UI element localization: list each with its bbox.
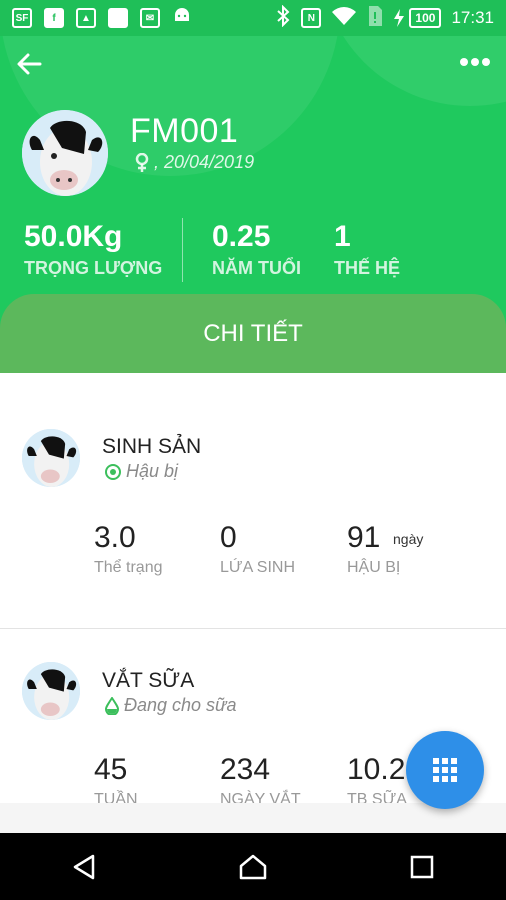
more-options-button[interactable] — [460, 50, 496, 74]
section-title: VẮT SỮA — [102, 669, 195, 692]
female-icon — [135, 152, 149, 172]
grid-menu-button[interactable] — [406, 731, 484, 809]
square-icon — [410, 855, 433, 878]
section-status: Hậu bị — [104, 461, 178, 482]
stat-label: THẾ HỆ — [334, 258, 401, 278]
metric-label: LỨA SINH — [220, 559, 296, 576]
scroll-fade — [0, 803, 506, 833]
status-text: Hậu bị — [126, 461, 179, 481]
cow-gender-birthdate: , 20/04/2019 — [134, 152, 254, 173]
stat-divider — [182, 218, 183, 282]
metric-value: 3.0 — [94, 521, 136, 554]
metric-value: 0 — [220, 521, 237, 554]
dot-icon — [482, 58, 490, 66]
clock: 17:31 — [451, 8, 494, 27]
triangle-back-icon — [74, 854, 95, 879]
stat-value: 1 — [334, 220, 351, 253]
sf-icon: SF — [12, 8, 32, 28]
home-icon — [239, 854, 267, 879]
profile-header: FM001 , 20/04/2019 50.0Kg TRỌNG LƯỢNG 0.… — [0, 36, 506, 373]
sim-icon — [367, 5, 383, 32]
status-text: Đang cho sữa — [124, 695, 237, 715]
cow-avatar-small — [22, 429, 80, 487]
bluetooth-icon — [275, 4, 291, 32]
stat-age: 0.25 NĂM TUỔI — [212, 220, 301, 279]
arrow-left-icon — [17, 53, 42, 75]
nav-back-button[interactable] — [59, 842, 109, 892]
stat-generation: 1 THẾ HỆ — [334, 220, 400, 279]
milk-drop-icon — [104, 696, 120, 715]
cow-avatar-small — [22, 662, 80, 720]
metric-value: 91 — [347, 521, 381, 554]
cow-avatar[interactable] — [22, 110, 108, 196]
battery-level: 100 — [409, 8, 442, 28]
nav-recents-button[interactable] — [397, 842, 447, 892]
tab-label: CHI TIẾT — [203, 319, 303, 347]
target-icon — [105, 463, 121, 480]
metric-value: 10.2 — [347, 753, 406, 786]
battery-icon: 100 — [393, 8, 442, 28]
stat-value: 50.0Kg — [24, 220, 123, 253]
dot-icon — [460, 58, 468, 66]
birth-date: , 20/04/2019 — [154, 152, 255, 172]
app-icon — [108, 8, 128, 28]
facebook-icon: f — [44, 8, 64, 28]
stat-label: NĂM TUỔI — [212, 258, 301, 278]
metric-label: Thể trạng — [94, 559, 163, 576]
grid-icon — [433, 758, 457, 782]
dot-icon — [471, 58, 479, 66]
system-nav-bar — [0, 833, 506, 900]
metric-unit: ngày — [393, 531, 424, 547]
metric-label: HẬU BỊ — [347, 559, 401, 576]
cow-id: FM001 — [130, 112, 239, 150]
nav-home-button[interactable] — [228, 842, 278, 892]
tab-detail[interactable]: CHI TIẾT — [0, 294, 506, 373]
section-status: Đang cho sữa — [104, 695, 236, 716]
stat-value: 0.25 — [212, 220, 271, 253]
stat-label: TRỌNG LƯỢNG — [24, 258, 163, 278]
mail-icon: ✉ — [140, 8, 160, 28]
back-button[interactable] — [14, 48, 46, 80]
metric-value: 45 — [94, 753, 128, 786]
metric-value: 234 — [220, 753, 271, 786]
reproduction-card[interactable]: SINH SẢN Hậu bị 3.0 Thể trạng 0 LỨA SINH… — [0, 373, 506, 628]
nfc-icon: N — [301, 8, 322, 28]
android-icon — [172, 6, 192, 31]
image-icon: ▲ — [76, 8, 96, 28]
wifi-icon — [331, 6, 357, 31]
section-title: SINH SẢN — [102, 435, 202, 458]
status-bar: SF f ▲ ✉ N 100 17:31 — [0, 0, 506, 36]
stat-weight: 50.0Kg TRỌNG LƯỢNG — [24, 220, 162, 279]
